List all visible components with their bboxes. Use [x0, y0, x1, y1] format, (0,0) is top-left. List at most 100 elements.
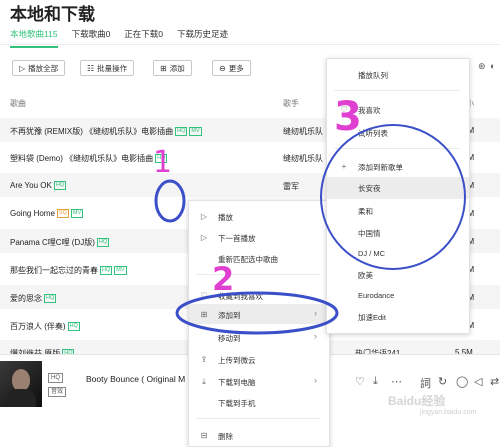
mv-badge[interactable]: MV	[114, 266, 127, 276]
cloud-upload-icon: ⇪	[200, 355, 208, 364]
cover-body	[6, 389, 36, 407]
tab-bar: 本地歌曲115 下载歌曲0 正在下载0 下载历史足迹	[10, 28, 228, 48]
menu-item-download-phone[interactable]: 下载到手机	[218, 398, 256, 409]
song-name: Are You OK HQ	[10, 181, 67, 191]
menu-item-add-to[interactable]: ⊞ 添加到	[201, 310, 241, 321]
heart-icon[interactable]: ♡	[355, 375, 365, 388]
song-name: 塑料袋 (Demo) 《缝纫机乐队》电影插曲 HQ	[10, 154, 168, 164]
hq-badge: HQ	[67, 322, 80, 332]
menu-item-play[interactable]: ▷ 播放	[201, 212, 233, 223]
submenu-item-new-playlist[interactable]: + 添加到新歌单	[342, 162, 403, 173]
volume-icon[interactable]: ◁	[474, 375, 482, 388]
mv-badge[interactable]: MV	[189, 127, 202, 137]
tab-local-songs[interactable]: 本地歌曲115	[10, 28, 58, 48]
menu-item-move-to[interactable]: 移动到	[218, 333, 241, 344]
hq-badge: HQ	[44, 294, 57, 304]
add-button[interactable]: ⊞ 添加	[153, 60, 192, 76]
submenu-item-like[interactable]: ♡ 我喜欢	[340, 105, 380, 116]
song-artist[interactable]: 雷军	[283, 181, 299, 192]
song-name: 不再犹豫 (REMIX版) 《缝纫机乐队》电影插曲 HQ MV	[10, 127, 202, 137]
col-song: 歌曲	[10, 99, 26, 108]
submenu-item-playlist[interactable]: 中国情	[358, 228, 381, 239]
chevron-right-icon: ›	[314, 375, 317, 385]
tab-downloaded[interactable]: 下载歌曲0	[72, 28, 111, 48]
cover-face	[12, 369, 30, 391]
submenu-item-playlist[interactable]: 柔和	[358, 206, 373, 217]
menu-item-rematch[interactable]: 重新匹配选中歌曲	[218, 254, 278, 265]
menu-item-upload[interactable]: ⇪ 上传到微云	[201, 355, 256, 366]
plus-box-icon: ⊞	[200, 310, 208, 319]
sound-effect-tag[interactable]: 音效	[48, 387, 67, 397]
menu-item-download-pc[interactable]: ⤓ 下载到电脑	[202, 377, 255, 388]
hq-badge: HQ	[155, 154, 168, 164]
heart-icon: ♡	[200, 291, 208, 300]
hq-tag[interactable]: HQ	[48, 373, 63, 383]
minus-circle-icon: ⊖	[219, 63, 226, 73]
submenu-highlight	[327, 177, 469, 199]
lyrics-icon[interactable]: 詞	[420, 375, 431, 391]
loop-icon[interactable]: ↻	[438, 375, 447, 388]
submenu-item-queue[interactable]: 播放队列	[358, 70, 388, 81]
tab-download-history[interactable]: 下载历史足迹	[177, 28, 228, 48]
hq-badge: HQ	[175, 127, 188, 137]
song-name: 百万浪人 (伴奏) HQ	[10, 322, 80, 332]
mv-badge[interactable]: MV	[70, 209, 84, 219]
chevron-right-icon: ›	[314, 331, 317, 341]
menu-divider	[334, 90, 460, 91]
heart-icon: ♡	[340, 105, 348, 114]
batch-button[interactable]: ☷ 批量操作	[80, 60, 135, 76]
submenu-item-playlist[interactable]: 欧美	[358, 270, 373, 281]
settings-icon[interactable]: ◐	[490, 61, 495, 71]
menu-item-add-to-highlight	[189, 304, 329, 324]
sq-badge: SQ	[56, 209, 69, 219]
submenu-item-playlist[interactable]: 加速Edit	[358, 312, 386, 323]
menu-divider	[334, 148, 460, 149]
col-artist: 歌手	[283, 99, 299, 108]
page-title: 本地和下载	[10, 5, 95, 24]
hq-badge: HQ	[100, 266, 113, 276]
tab-divider	[0, 44, 500, 45]
album-cover[interactable]	[0, 361, 42, 407]
submenu-item-playlist[interactable]: 长安夜	[358, 183, 381, 194]
song-name: Panama C哩C哩 (DJ版) HQ	[10, 238, 110, 248]
menu-divider	[196, 418, 320, 419]
more-button[interactable]: ⊖ 更多	[212, 60, 251, 76]
song-artist[interactable]: 缝纫机乐队	[283, 153, 323, 164]
play-icon: ▷	[19, 63, 26, 73]
download-icon: ⤓	[202, 377, 206, 386]
chevron-right-icon: ›	[314, 308, 317, 318]
more-icon[interactable]: ⋯	[391, 375, 402, 388]
batch-label: 批量操作	[97, 63, 128, 73]
now-playing-title: Booty Bounce ( Original M	[86, 374, 186, 384]
play-all-label: 播放全部	[28, 63, 59, 73]
add-label: 添加	[169, 63, 185, 73]
plus-icon: +	[341, 162, 347, 171]
download-icon[interactable]: ⤓	[373, 375, 378, 388]
play-icon: ▷	[200, 212, 208, 221]
submenu-item-playlist[interactable]: DJ / MC	[358, 249, 385, 258]
watermark: Baidu经验	[388, 394, 446, 408]
hq-badge: HQ	[96, 238, 110, 248]
trash-icon: ⊟	[200, 431, 208, 440]
song-artist[interactable]: 缝纫机乐队	[283, 126, 323, 137]
song-name: 爱的思念 HQ	[10, 294, 57, 304]
submenu-item-trial-list[interactable]: 试听列表	[358, 128, 388, 139]
play-all-button[interactable]: ▷ 播放全部	[12, 60, 66, 76]
song-name: 那些我们一起忘过的青春 HQ MV	[10, 266, 127, 276]
more-label: 更多	[228, 63, 244, 73]
hq-badge: HQ	[53, 181, 67, 191]
menu-item-play-next[interactable]: ▷ 下一首播放	[201, 233, 256, 244]
comment-icon[interactable]: ◯	[456, 375, 468, 388]
refresh-icon[interactable]: ⊛	[478, 61, 486, 72]
song-name: Going Home SQ MV	[10, 209, 84, 219]
menu-item-delete[interactable]: ⊟ 删除	[201, 431, 233, 442]
submenu-item-playlist[interactable]: Eurodance	[358, 291, 394, 300]
list-icon: ☷	[87, 63, 95, 73]
play-next-icon: ▷	[200, 233, 208, 242]
tab-downloading[interactable]: 正在下载0	[124, 28, 163, 48]
add-to-submenu	[326, 58, 470, 334]
shuffle-icon[interactable]: ⇄	[490, 375, 499, 388]
watermark-url: jingyan.baidu.com	[420, 409, 477, 416]
plus-box-icon: ⊞	[160, 63, 167, 73]
menu-item-like[interactable]: ♡ 收藏到我喜欢	[200, 291, 263, 302]
